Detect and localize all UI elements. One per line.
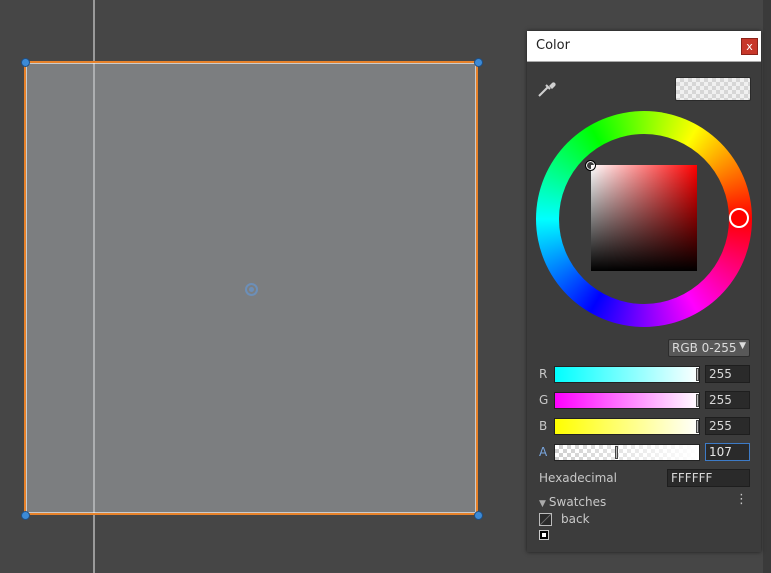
r-slider[interactable] xyxy=(554,366,700,383)
hex-input[interactable]: FFFFFF xyxy=(667,469,750,487)
channel-label-g: G xyxy=(539,393,549,407)
hex-label: Hexadecimal xyxy=(539,471,617,485)
channel-label-a: A xyxy=(539,445,548,459)
close-button[interactable]: x xyxy=(741,38,758,55)
channel-label-r: R xyxy=(539,367,548,381)
channel-label-b: B xyxy=(539,419,548,433)
b-slider[interactable] xyxy=(554,418,700,435)
a-value-field[interactable]: 107 xyxy=(705,443,750,461)
a-slider[interactable] xyxy=(554,444,700,461)
g-value-field[interactable]: 255 xyxy=(705,391,750,409)
hue-handle[interactable] xyxy=(729,208,749,228)
color-mode-dropdown[interactable]: RGB 0-255 ▼ xyxy=(668,339,750,357)
corner-handle-top-left[interactable] xyxy=(21,58,30,67)
sv-cursor[interactable] xyxy=(585,160,596,171)
triangle-down-icon: ▼ xyxy=(539,499,546,509)
g-slider[interactable] xyxy=(554,392,700,409)
a-slider-thumb[interactable] xyxy=(615,446,618,459)
corner-handle-bottom-left[interactable] xyxy=(21,511,30,520)
g-slider-thumb[interactable] xyxy=(696,394,699,407)
swatches-foldout[interactable]: ▼ Swatches xyxy=(539,495,606,509)
corner-handle-top-right[interactable] xyxy=(474,58,483,67)
swatches-menu-icon[interactable]: ⋮ xyxy=(735,492,748,507)
color-window: Color x RGB 0-255 ▼ R 255 G 255 B 255 A xyxy=(527,31,761,552)
swatch-back[interactable] xyxy=(539,513,552,526)
pivot-handle[interactable] xyxy=(245,283,258,296)
swatches-label: Swatches xyxy=(548,495,607,509)
color-window-titlebar[interactable]: Color x xyxy=(527,31,761,62)
b-slider-thumb[interactable] xyxy=(696,420,699,433)
color-preview-swatch[interactable] xyxy=(675,77,751,101)
corner-handle-bottom-right[interactable] xyxy=(474,511,483,520)
swatch-name: back xyxy=(561,512,590,526)
r-value-field[interactable]: 255 xyxy=(705,365,750,383)
saturation-value-square[interactable] xyxy=(591,165,697,271)
scene-right-edge xyxy=(763,0,771,573)
b-value-field[interactable]: 255 xyxy=(705,417,750,435)
r-slider-thumb[interactable] xyxy=(696,368,699,381)
chevron-down-icon: ▼ xyxy=(739,341,746,351)
add-swatch-button[interactable] xyxy=(539,530,549,540)
color-window-title: Color xyxy=(536,38,570,53)
eyedropper-icon[interactable] xyxy=(536,77,558,99)
color-mode-selected: RGB 0-255 xyxy=(672,341,737,355)
